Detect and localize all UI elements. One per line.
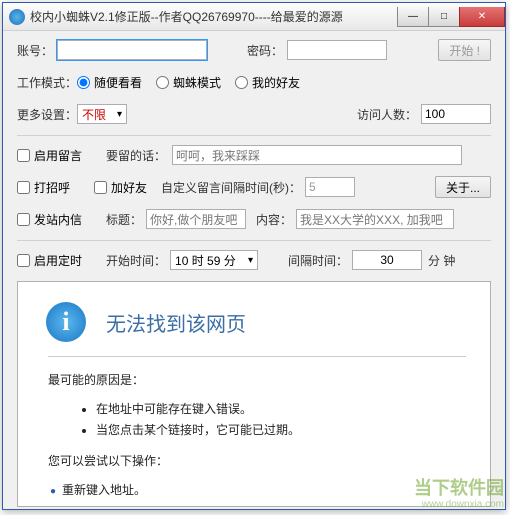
visitcount-input[interactable]	[421, 104, 491, 124]
account-input[interactable]	[57, 40, 207, 60]
message-text-input[interactable]	[172, 145, 462, 165]
try-heading: 您可以尝试以下操作：	[48, 452, 466, 469]
visitcount-label: 访问人数：	[357, 106, 417, 123]
password-input[interactable]	[287, 40, 387, 60]
radio-friends[interactable]: 我的好友	[235, 74, 300, 91]
interval-label: 自定义留言间隔时间(秒)：	[161, 179, 301, 196]
error-title: 无法找到该网页	[106, 308, 246, 337]
window-title: 校内小蜘蛛V2.1修正版--作者QQ26769970----给最爱的源源	[30, 8, 398, 25]
app-icon	[9, 9, 25, 25]
try-item-1: 重新键入地址。	[62, 483, 146, 497]
radio-casual[interactable]: 随便看看	[77, 74, 142, 91]
close-button[interactable]: ✕	[459, 7, 505, 27]
timer-interval-label: 间隔时间：	[288, 252, 348, 269]
radio-spider[interactable]: 蜘蛛模式	[156, 74, 221, 91]
cause-item-1: 在地址中可能存在键入错误。	[96, 400, 466, 417]
password-label: 密码：	[247, 42, 283, 59]
embedded-browser: i 无法找到该网页 最可能的原因是： 在地址中可能存在键入错误。 当您点击某个链…	[17, 281, 491, 507]
mail-content-input[interactable]	[296, 209, 454, 229]
start-time-label: 开始时间：	[106, 252, 166, 269]
start-button[interactable]: 开始 !	[438, 39, 491, 61]
check-sitemail[interactable]: 发站内信	[17, 211, 82, 228]
info-icon: i	[46, 302, 86, 342]
check-timer[interactable]: 启用定时	[17, 252, 82, 269]
check-enable-message[interactable]: 启用留言	[17, 147, 82, 164]
titlebar[interactable]: 校内小蜘蛛V2.1修正版--作者QQ26769970----给最爱的源源 — □…	[3, 3, 505, 31]
divider-2	[17, 240, 491, 241]
cause-item-2: 当您点击某个链接时，它可能已过期。	[96, 421, 466, 438]
mail-content-label: 内容：	[256, 211, 292, 228]
app-window: 校内小蜘蛛V2.1修正版--作者QQ26769970----给最爱的源源 — □…	[2, 2, 506, 510]
watermark-url: www.downxia.com	[414, 499, 504, 510]
minimize-button[interactable]: —	[397, 7, 429, 27]
workmode-label: 工作模式：	[17, 74, 77, 91]
about-button[interactable]: 关于...	[435, 176, 491, 198]
timer-interval-input[interactable]	[352, 250, 422, 270]
mail-title-label: 标题：	[106, 211, 142, 228]
account-label: 账号：	[17, 42, 53, 59]
message-text-label: 要留的话：	[106, 147, 166, 164]
watermark-title: 当下软件园	[414, 479, 504, 499]
divider	[17, 135, 491, 136]
start-time-select[interactable]: 10 时 59 分	[170, 250, 258, 270]
content-area: 账号： 密码： 开始 ! 工作模式： 随便看看 蜘蛛模式 我的好友 更多设置： …	[3, 31, 505, 515]
check-greet[interactable]: 打招呼	[17, 179, 70, 196]
check-addfriend[interactable]: 加好友	[94, 179, 147, 196]
mail-title-input[interactable]	[146, 209, 246, 229]
bullet-icon: ●	[50, 486, 56, 497]
watermark: 当下软件园 www.downxia.com	[414, 479, 504, 510]
maximize-button[interactable]: □	[428, 7, 460, 27]
cause-heading: 最可能的原因是：	[48, 371, 466, 388]
moresettings-select[interactable]: 不限	[77, 104, 127, 124]
moresettings-label: 更多设置：	[17, 106, 77, 123]
interval-input[interactable]	[305, 177, 355, 197]
minute-unit: 分 钟	[428, 252, 455, 269]
